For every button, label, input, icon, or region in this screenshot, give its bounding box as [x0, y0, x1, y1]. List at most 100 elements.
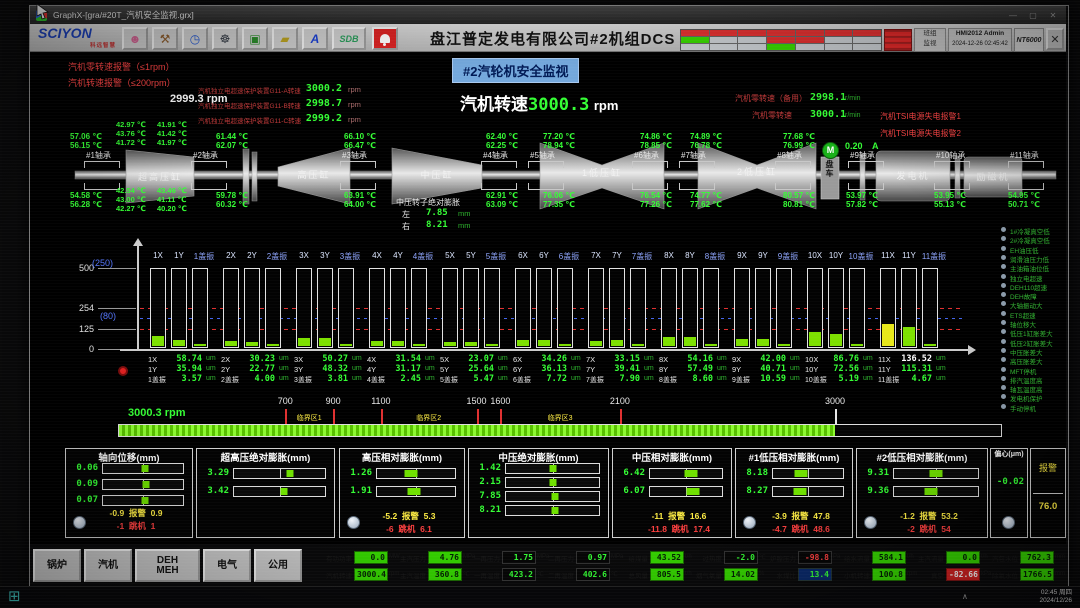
rpm-tick-label: 2100	[602, 396, 638, 406]
trip-indicator-lamp	[1001, 255, 1006, 260]
nav-button-2[interactable]: 汽机	[84, 549, 132, 582]
param-value: 0.0	[354, 551, 388, 564]
bearing-temp: 63.09 ℃	[486, 200, 534, 209]
vibration-bar-fill	[809, 332, 821, 346]
vibration-bar-fill	[392, 341, 404, 346]
vibration-value: 10.59	[746, 374, 786, 384]
bearing-bracket	[632, 161, 668, 168]
vibration-bar	[807, 268, 823, 348]
vibration-unit: um	[571, 355, 587, 362]
panel-title: #1低压相对膨胀(mm)	[736, 450, 852, 464]
vibration-bar	[776, 268, 792, 348]
param-label: 真空	[914, 570, 944, 580]
vibration-bar	[828, 268, 844, 348]
bearing-temp: 53.97 ℃	[846, 191, 894, 200]
vibration-bar	[661, 268, 677, 348]
bearing-label: #3轴承	[342, 150, 384, 161]
vibration-value: 3.81	[308, 374, 348, 384]
gauge-bar	[893, 468, 979, 479]
bearing-temp: 62.07 ℃	[216, 141, 264, 150]
gauge-marker	[281, 488, 288, 495]
vibration-value: 136.52	[892, 354, 932, 364]
bearing-label: #6轴承	[634, 150, 676, 161]
trip-indicator-lamp	[1001, 357, 1006, 362]
bearing-temp: 80.57 ℃	[783, 191, 831, 200]
vibration-bar	[630, 268, 646, 348]
nav-button-3[interactable]: DEH MEH	[135, 549, 200, 582]
trip-indicator-lamp	[1001, 227, 1006, 232]
bearing-temp: 77.68 ℃	[783, 132, 831, 141]
gauge-value: 0.07	[68, 495, 98, 505]
cylinder-temp: 41.11 ℃	[157, 195, 197, 204]
cylinder-temp: 41.42 ℃	[157, 129, 197, 138]
trip-indicator-lamp	[1001, 246, 1006, 251]
vibration-value: 58.74	[162, 354, 202, 364]
vibration-bar	[703, 268, 719, 348]
tray-expand-icon[interactable]: ∧	[962, 592, 968, 601]
overspeed-device-unit: rpm	[348, 100, 372, 109]
bearing-temp: 77.35 ℃	[543, 200, 591, 209]
gauge-value: 9.31	[859, 468, 889, 478]
vibration-bar-fill	[632, 344, 644, 346]
alarm-limits: -5.2 报警 5.3	[356, 510, 462, 522]
bearing-bracket	[934, 161, 970, 168]
bearing-bracket	[848, 161, 884, 168]
bearing-temp: 77.62 ℃	[690, 200, 738, 209]
bearing-temp: 55.13 ℃	[934, 200, 982, 209]
axis-secondary-label: (80)	[100, 311, 130, 321]
bearing-temp: 62.40 ℃	[486, 132, 534, 141]
gauge-bar	[505, 477, 600, 488]
start-button[interactable]: ⊞	[8, 589, 21, 604]
bearing-bracket	[481, 183, 517, 190]
param-unit: mm	[1055, 571, 1069, 577]
gauge-marker	[549, 465, 556, 472]
gauge-value: 8.21	[471, 505, 501, 515]
nav-button-1[interactable]: 锅炉	[33, 549, 81, 582]
vibration-unit: um	[936, 375, 952, 382]
bearing-temp: 57.82 ℃	[846, 200, 894, 209]
trip-limits: -1 跳机 1	[82, 520, 190, 532]
indicator-lamp	[347, 516, 360, 529]
gauge-value: 2.15	[471, 477, 501, 487]
param-value: 762.3	[1020, 551, 1054, 564]
rpm-tick	[333, 409, 335, 424]
vibration-value: 31.17	[381, 364, 421, 374]
cylinder-temp: 42.54 ℃	[116, 186, 156, 195]
gauge-marker	[552, 507, 559, 514]
vibration-bar-label: 5盖振	[480, 251, 512, 262]
vibration-bar-label: 6盖振	[553, 251, 585, 262]
vibration-bar-fill	[298, 338, 310, 346]
vibration-unit: um	[279, 365, 295, 372]
critical-zone-label: 临界区1	[285, 413, 333, 423]
param-value: 1.75	[502, 551, 536, 564]
gauge-value: 1.42	[471, 463, 501, 473]
vibration-unit: um	[425, 355, 441, 362]
vibration-unit: um	[279, 355, 295, 362]
bearing-bracket	[1008, 183, 1044, 190]
taskbar-clock[interactable]: 02:45 周四 2024/12/26	[1000, 589, 1072, 605]
vibration-unit: um	[425, 375, 441, 382]
param-value: 423.2	[502, 568, 536, 581]
axis-tick	[98, 268, 136, 269]
gauge-bar	[505, 463, 600, 474]
vibration-unit: um	[279, 375, 295, 382]
bearing-label: #11轴承	[1010, 150, 1052, 161]
vibration-bar-fill	[830, 334, 842, 346]
axis-arrow-icon	[133, 238, 143, 246]
gauge-bar	[649, 486, 723, 497]
vibration-value: 4.00	[235, 374, 275, 384]
vibration-bar-fill	[757, 339, 769, 346]
axis-tick-label: 0	[64, 344, 94, 354]
trip-indicator-lamp	[1001, 394, 1006, 399]
gauge-value: 8.18	[738, 468, 768, 478]
nav-button-4[interactable]: 电气	[203, 549, 251, 582]
panel-title: 中压绝对膨胀(mm)	[469, 450, 608, 464]
vibration-bar-label: 8盖振	[699, 251, 731, 262]
cylinder-label: 1低压缸	[567, 166, 637, 179]
param-label: 水煤比	[766, 570, 796, 580]
vibration-bar	[901, 268, 917, 348]
nav-button-5[interactable]: 公用	[254, 549, 302, 582]
expansion-panel: 轴向位移(mm)0.060.090.07-0.9 报警 0.9-1 跳机 1	[65, 448, 193, 538]
param-label: 主汽流量	[914, 553, 944, 563]
vibration-bar-label: 11盖振	[918, 251, 950, 262]
